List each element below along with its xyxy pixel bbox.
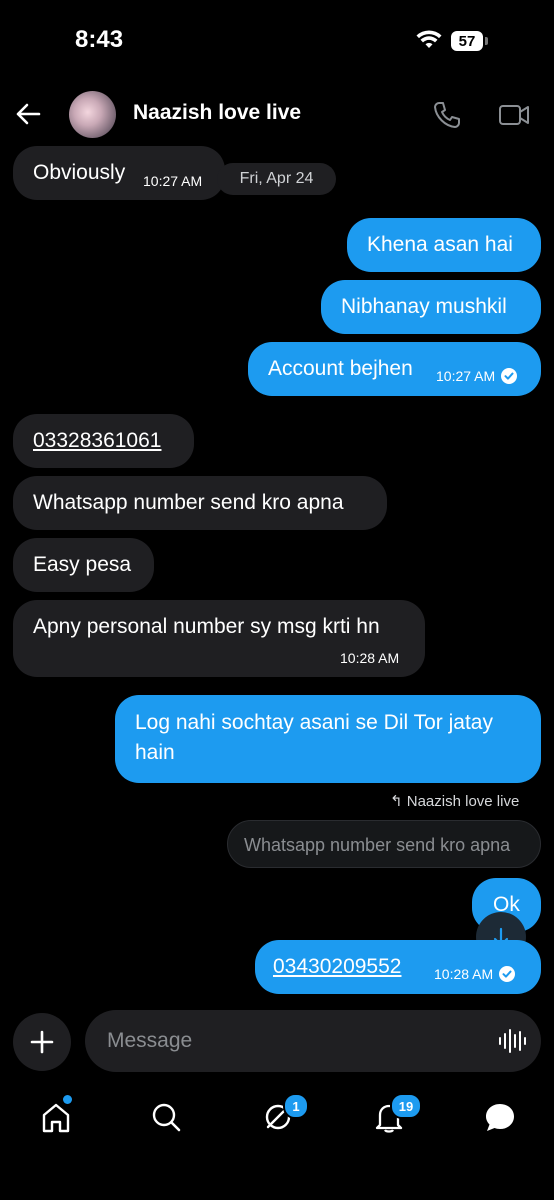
- read-check-icon: [499, 966, 516, 982]
- sent-message[interactable]: Log nahi sochtay asani se Dil Tor jatay …: [115, 695, 541, 783]
- date-separator-text: Fri, Apr 24: [239, 170, 314, 187]
- message-time-row: 10:28 AM: [434, 966, 516, 982]
- message-text: Account bejhen: [268, 357, 413, 380]
- grok-nav-item[interactable]: 1: [261, 1093, 309, 1134]
- unread-dot: [63, 1095, 72, 1104]
- sent-message[interactable]: Nibhanay mushkil: [321, 280, 541, 334]
- battery-indicator: 57: [451, 31, 483, 51]
- reply-arrow-icon: ↰: [390, 793, 407, 810]
- contact-name[interactable]: Naazish love live: [133, 101, 301, 125]
- notifications-nav-item[interactable]: 19: [372, 1093, 422, 1134]
- back-arrow-icon[interactable]: [14, 100, 42, 133]
- messages-badge: 1: [283, 1093, 309, 1119]
- received-message[interactable]: Obviously 10:27 AM: [13, 146, 225, 200]
- sent-message[interactable]: 03430209552 10:28 AM: [255, 940, 541, 994]
- read-check-icon: [501, 368, 518, 384]
- received-message[interactable]: Whatsapp number send kro apna: [13, 476, 387, 530]
- phone-number-link[interactable]: 03328361061: [33, 429, 161, 452]
- quoted-message-text: Whatsapp number send kro apna: [244, 835, 511, 855]
- home-icon: [42, 1103, 70, 1133]
- voice-message-icon[interactable]: [498, 1028, 526, 1059]
- message-time: 10:28 AM: [340, 650, 400, 666]
- received-message[interactable]: Apny personal number sy msg krti hn 10:2…: [13, 600, 425, 677]
- messages-nav-item[interactable]: [482, 1100, 518, 1141]
- add-attachment-button[interactable]: [13, 1013, 71, 1071]
- message-text: Easy pesa: [33, 553, 132, 576]
- chat-bubble-icon: [486, 1104, 514, 1131]
- sent-message[interactable]: Account bejhen 10:27 AM: [248, 342, 541, 396]
- message-text: Obviously: [33, 161, 126, 184]
- video-call-icon[interactable]: [498, 102, 530, 133]
- received-message[interactable]: Easy pesa: [13, 538, 154, 592]
- home-nav-item[interactable]: [38, 1095, 74, 1136]
- message-text: Khena asan hai: [367, 233, 513, 256]
- message-time: 10:28 AM: [434, 966, 494, 982]
- received-message[interactable]: 03328361061: [13, 414, 194, 468]
- search-nav-item[interactable]: [149, 1100, 183, 1139]
- message-time-row: 10:27 AM: [436, 368, 518, 384]
- plus-icon: [30, 1030, 54, 1054]
- message-text: Nibhanay mushkil: [341, 295, 507, 318]
- phone-call-icon[interactable]: [432, 100, 462, 135]
- message-text: Whatsapp number send kro apna: [33, 491, 344, 514]
- reply-context-label: ↰ Naazish love live: [390, 792, 519, 810]
- message-input[interactable]: [85, 1010, 541, 1072]
- date-separator: Fri, Apr 24: [217, 163, 336, 195]
- message-text-line: Log nahi sochtay asani se Dil Tor jatay: [135, 711, 493, 734]
- search-icon: [152, 1103, 181, 1132]
- notifications-badge: 19: [390, 1093, 422, 1119]
- contact-avatar[interactable]: [69, 91, 116, 138]
- message-text: Apny personal number sy msg krti hn: [33, 615, 380, 638]
- status-time: 8:43: [75, 26, 124, 53]
- message-time: 10:27 AM: [143, 173, 203, 189]
- message-text-line: hain: [135, 741, 175, 764]
- reply-author: Naazish love live: [406, 793, 520, 810]
- message-time: 10:27 AM: [436, 368, 496, 384]
- sent-message[interactable]: Khena asan hai: [347, 218, 541, 272]
- wifi-icon: [416, 30, 442, 55]
- quoted-message[interactable]: Whatsapp number send kro apna: [227, 820, 541, 868]
- phone-number-link[interactable]: 03430209552: [273, 955, 401, 978]
- battery-tip: [485, 37, 488, 45]
